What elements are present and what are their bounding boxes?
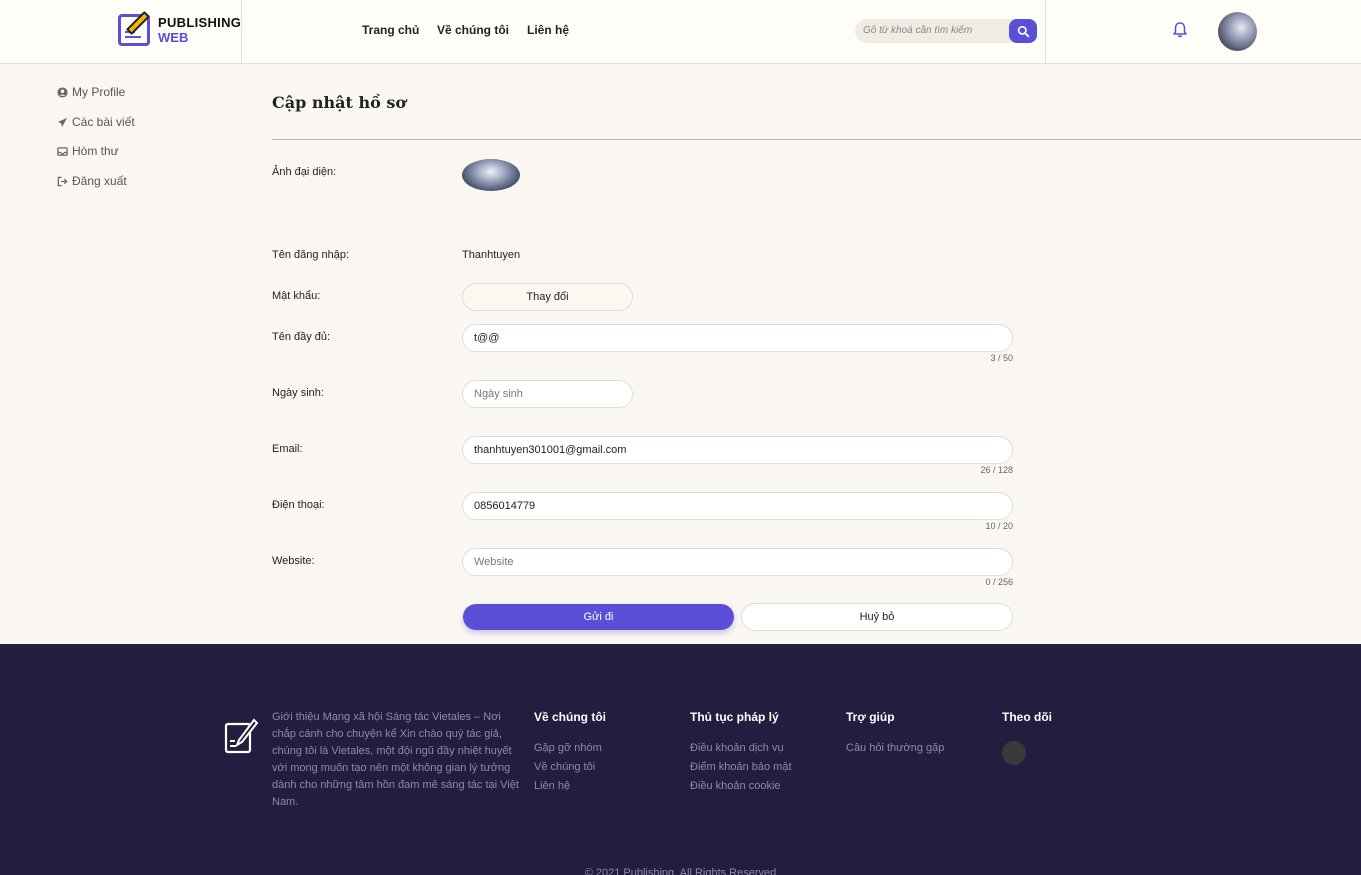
- page-title: Cập nhật hồ sơ: [272, 93, 407, 112]
- birthday-label: Ngày sinh:: [272, 387, 324, 399]
- nav-contact[interactable]: Liên hệ: [527, 23, 569, 37]
- copyright: © 2021 Publishing. All Rights Reserved: [584, 867, 777, 875]
- logo-text-publishing: PUBLISHING: [158, 15, 242, 30]
- footer: Giới thiệu Mạng xã hội Sáng tác Vietales…: [0, 644, 1361, 875]
- phone-counter: 10 / 20: [985, 521, 1013, 531]
- change-password-button[interactable]: Thay đổi: [462, 283, 633, 311]
- fullname-counter: 3 / 50: [990, 353, 1013, 363]
- search-icon: [1017, 25, 1029, 37]
- username-value: Thanhtuyen: [462, 249, 521, 261]
- footer-help-title: Trợ giúp: [846, 710, 895, 724]
- logo[interactable]: PUBLISHING WEB: [0, 0, 242, 64]
- footer-follow-title: Theo dõi: [1002, 710, 1052, 724]
- sidebar-item-label: My Profile: [72, 85, 126, 99]
- top-header: PUBLISHING WEB Trang chủ Về chúng tôi Li…: [0, 0, 1361, 64]
- footer-link-cookie[interactable]: Điều khoản cookie: [690, 780, 781, 792]
- search-button[interactable]: [1009, 19, 1037, 43]
- sidebar-item-posts[interactable]: Các bài viết: [57, 115, 135, 129]
- paper-plane-icon: [57, 117, 68, 127]
- phone-label: Điện thoại:: [272, 499, 325, 511]
- nav-home[interactable]: Trang chủ: [362, 23, 419, 37]
- footer-legal-title: Thủ tục pháp lý: [690, 710, 779, 724]
- footer-link-about[interactable]: Về chúng tôi: [534, 761, 595, 773]
- user-avatar[interactable]: [1218, 12, 1257, 51]
- sidebar-item-logout[interactable]: Đăng xuất: [57, 174, 127, 188]
- footer-link-privacy[interactable]: Điểm khoản bảo mật: [690, 761, 792, 773]
- header-divider: [1045, 0, 1046, 64]
- sign-out-icon: [57, 176, 68, 186]
- website-input[interactable]: Website: [462, 548, 1013, 576]
- sidebar-item-label: Hòm thư: [72, 144, 119, 158]
- sidebar-item-inbox[interactable]: Hòm thư: [57, 144, 119, 158]
- bell-icon[interactable]: [1170, 20, 1190, 40]
- avatar-label: Ảnh đại diện:: [272, 166, 337, 178]
- password-label: Mật khẩu:: [272, 290, 321, 302]
- footer-intro: Giới thiệu Mạng xã hội Sáng tác Vietales…: [272, 711, 519, 808]
- sidebar-item-label: Đăng xuất: [72, 174, 127, 188]
- footer-about-title: Về chúng tôi: [534, 710, 606, 724]
- logo-text-web: WEB: [158, 30, 189, 45]
- fullname-input[interactable]: t@@: [462, 324, 1013, 352]
- footer-link-faq[interactable]: Câu hỏi thường gặp: [846, 742, 944, 754]
- footer-link-terms[interactable]: Điều khoản dịch vụ: [690, 742, 784, 754]
- submit-button[interactable]: Gửi đi: [463, 604, 734, 630]
- social-icon[interactable]: [1002, 741, 1026, 765]
- sidebar-item-label: Các bài viết: [72, 115, 135, 129]
- website-counter: 0 / 256: [985, 577, 1013, 587]
- profile-avatar-image[interactable]: [462, 159, 520, 191]
- fullname-label: Tên đầy đủ:: [272, 331, 331, 343]
- notepad-pen-icon: [224, 718, 258, 754]
- username-label: Tên đăng nhập:: [272, 249, 350, 261]
- search-input[interactable]: Gõ từ khoá cần tìm kiếm: [855, 19, 1037, 43]
- phone-input[interactable]: 0856014779: [462, 492, 1013, 520]
- user-circle-icon: [57, 86, 68, 98]
- sidebar-item-profile[interactable]: My Profile: [57, 85, 125, 99]
- footer-link-team[interactable]: Gặp gỡ nhóm: [534, 742, 602, 754]
- website-label: Website:: [272, 555, 315, 567]
- cancel-button[interactable]: Huỷ bỏ: [741, 603, 1013, 631]
- divider: [272, 139, 1361, 140]
- search-placeholder: Gõ từ khoá cần tìm kiếm: [863, 25, 973, 36]
- email-label: Email:: [272, 443, 303, 455]
- email-input[interactable]: thanhtuyen301001@gmail.com: [462, 436, 1013, 464]
- footer-link-contact[interactable]: Liên hệ: [534, 780, 570, 792]
- inbox-icon: [57, 146, 68, 156]
- email-counter: 26 / 128: [980, 465, 1013, 475]
- birthday-input[interactable]: Ngày sinh: [462, 380, 633, 408]
- nav-about[interactable]: Về chúng tôi: [437, 23, 509, 37]
